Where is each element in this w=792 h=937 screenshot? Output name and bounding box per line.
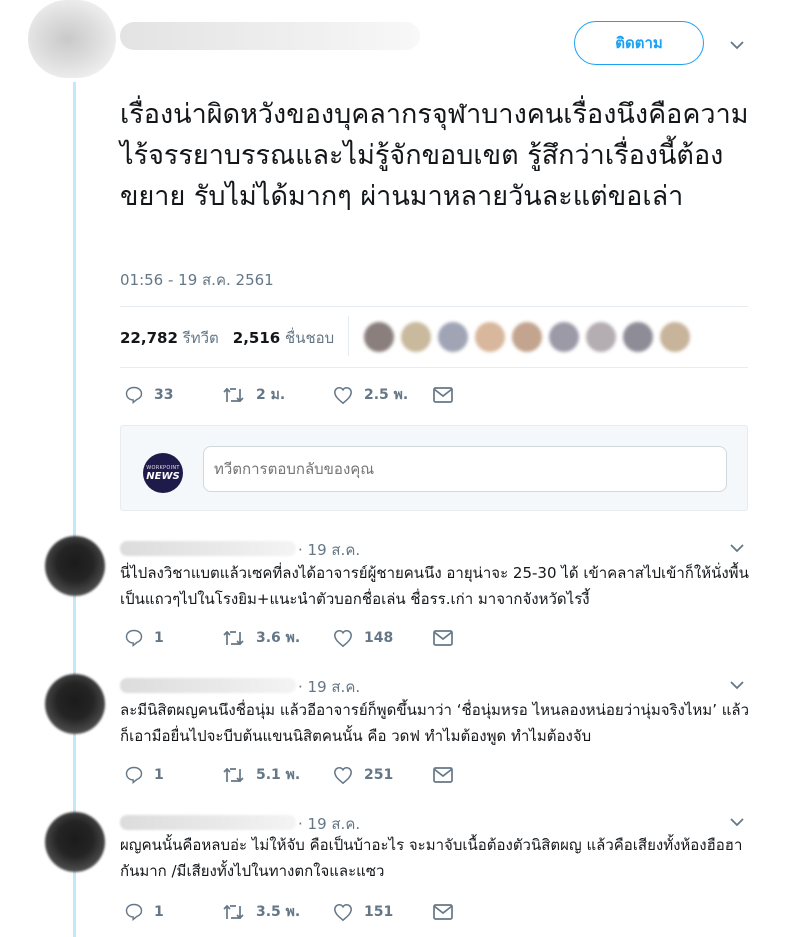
retweet-icon [223,630,244,646]
like-action[interactable]: 151 [332,902,432,922]
retweet-action[interactable]: 2 ม. [222,384,332,406]
like-icon [334,903,352,922]
like-action[interactable]: 148 [332,628,432,648]
retweet-stat[interactable]: 22,782 รีทวีต [120,326,219,350]
reply-text: นี่ไปลงวิชาแบตแล้วเซคที่ลงได้อาจารย์ผู้ช… [120,564,749,608]
like-count-action: 2.5 พ. [364,387,409,403]
reply-action[interactable]: 33 [124,385,222,405]
liker-avatar[interactable] [438,322,468,352]
retweet-count: 2 ม. [256,387,286,403]
retweet-count: 5.1 พ. [256,767,301,783]
reply-input[interactable] [203,446,727,492]
liker-avatar[interactable] [660,322,690,352]
liker-avatar[interactable] [475,322,505,352]
reply-actions: 1 5.1 พ. 251 [124,764,454,786]
direct-message-action[interactable] [432,629,454,647]
like-count: 2,516 [232,329,281,347]
avatar-brand-top: WORKPOINT [146,464,180,471]
like-count: 251 [364,767,394,783]
chevron-down-icon[interactable] [729,540,745,556]
direct-message-action[interactable] [432,386,454,404]
like-stat-label: ชื่นชอบ [285,329,335,347]
reply-count: 1 [154,904,164,920]
message-icon [433,387,453,403]
liker-avatar[interactable] [623,322,653,352]
reply-action[interactable]: 1 [124,628,222,648]
reply-count: 1 [154,767,164,783]
thread-line [73,82,76,937]
retweet-stat-label: รีทวีต [182,329,219,347]
reply-action[interactable]: 1 [124,902,222,922]
reply-date[interactable]: · 19 ส.ค. [298,538,360,562]
retweet-count: 3.5 พ. [256,904,301,920]
reply-count: 1 [154,630,164,646]
message-icon [433,904,453,920]
reply-icon [125,386,143,404]
retweet-action[interactable]: 3.6 พ. [222,627,332,649]
like-icon [334,766,352,785]
like-count: 151 [364,904,394,920]
author-name[interactable] [120,22,420,50]
like-count: 148 [364,630,394,646]
divider [120,367,748,368]
retweet-action[interactable]: 3.5 พ. [222,901,332,923]
reply-count: 33 [154,387,174,403]
current-user-avatar[interactable]: WORKPOINT NEWS [143,453,183,493]
message-icon [433,767,453,783]
tweet-stats: 22,782 รีทวีต 2,516 ชื่นชอบ [120,326,334,350]
liker-avatar[interactable] [364,322,394,352]
like-stat[interactable]: 2,516 ชื่นชอบ [233,326,334,350]
reply-avatar[interactable] [45,674,105,734]
liker-avatar[interactable] [512,322,542,352]
liker-avatar[interactable] [401,322,431,352]
reply-icon [125,903,143,921]
retweet-icon [223,767,244,783]
follow-button[interactable]: ติดตาม [574,21,704,65]
reply-actions: 1 3.5 พ. 151 [124,901,454,923]
chevron-down-icon[interactable] [729,814,745,830]
reply-icon [125,766,143,784]
direct-message-action[interactable] [432,903,454,921]
chevron-down-icon[interactable] [729,677,745,693]
message-icon [433,630,453,646]
tweet-text: เรื่องน่าผิดหวังของบุคลากรจุฬาบางคนเรื่อ… [120,99,749,212]
reply-action[interactable]: 1 [124,765,222,785]
reply-author-name[interactable] [120,678,296,693]
liker-avatar[interactable] [549,322,579,352]
reply-author-name[interactable] [120,541,296,556]
retweet-action[interactable]: 5.1 พ. [222,764,332,786]
divider [120,306,748,307]
retweet-count: 22,782 [120,329,178,347]
reply-actions: 1 3.6 พ. 148 [124,627,454,649]
tweet-timestamp[interactable]: 01:56 - 19 ส.ค. 2561 [120,268,274,292]
reply-date[interactable]: · 19 ส.ค. [298,675,360,699]
author-avatar[interactable] [28,0,116,78]
reply-icon [125,629,143,647]
like-action[interactable]: 2.5 พ. [332,384,432,406]
like-icon [334,386,352,405]
tweet-actions: 33 2 ม. 2.5 พ. [124,384,454,406]
reply-avatar[interactable] [45,536,105,596]
reply-author-name[interactable] [120,815,296,830]
retweet-icon [223,387,244,403]
like-action[interactable]: 251 [332,765,432,785]
reply-composer: WORKPOINT NEWS [120,425,748,511]
chevron-down-icon[interactable] [729,37,745,53]
like-icon [334,629,352,648]
reply-avatar[interactable] [45,812,105,872]
avatar-brand-main: NEWS [146,470,180,482]
reply-text: ละมีนิสิตผญคนนึงชื่อนุ่ม แล้วอีอาจารย์ก็… [120,701,750,745]
retweet-icon [223,904,244,920]
retweet-count: 3.6 พ. [256,630,301,646]
liker-avatar[interactable] [586,322,616,352]
reply-text: ผญคนนั้นคือหลบอ่ะ ไม่ให้จับ คือเป็นบ้าอะ… [120,836,743,880]
stats-separator [348,316,349,356]
direct-message-action[interactable] [432,766,454,784]
